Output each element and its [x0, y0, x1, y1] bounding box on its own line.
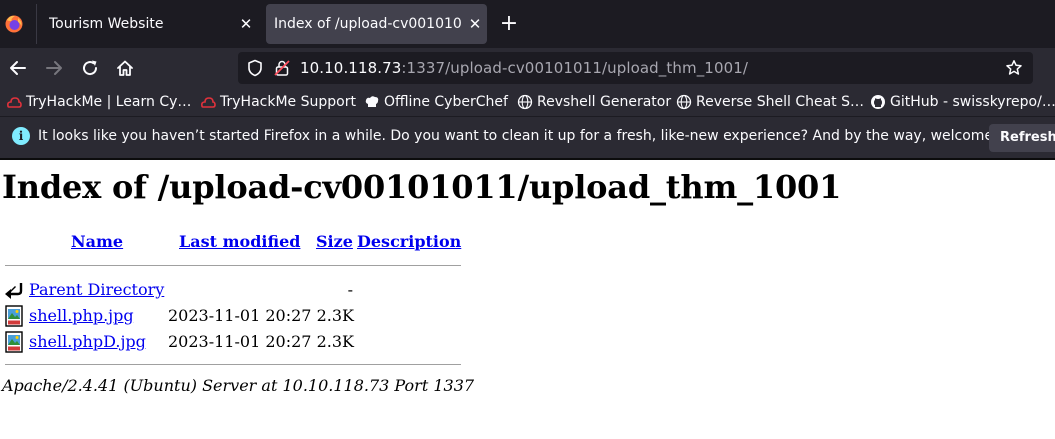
- table-divider-top: [5, 265, 461, 267]
- home-button[interactable]: [112, 55, 138, 81]
- column-header-size[interactable]: Size: [316, 232, 353, 251]
- image-file-icon: [5, 331, 23, 353]
- tryhackme-icon: [201, 97, 216, 108]
- bookmark-star-icon[interactable]: [1005, 59, 1023, 77]
- file-modified: 2023-11-01 20:27: [168, 332, 312, 351]
- column-header-description[interactable]: Description: [357, 232, 461, 251]
- column-header-last-modified[interactable]: Last modified: [179, 232, 300, 251]
- navigation-toolbar: 10.10.118.73:1337/upload-cv00101011/uplo…: [0, 48, 1055, 88]
- bookmark-label: GitHub - swisskyrepo/…: [890, 94, 1055, 110]
- tab-bar: Tourism Website ✕ Index of /upload-cv001…: [0, 0, 1055, 48]
- globe-icon: [517, 94, 533, 110]
- close-tab-icon[interactable]: ✕: [463, 15, 487, 33]
- bookmark-label: TryHackMe Support: [220, 94, 356, 110]
- file-size: 2.3K: [316, 332, 354, 351]
- bookmark-tryhackme-support[interactable]: TryHackMe Support: [200, 92, 356, 112]
- file-link[interactable]: shell.phpD.jpg: [29, 332, 146, 351]
- bookmark-label: Revshell Generator: [537, 94, 672, 110]
- firefox-logo-icon[interactable]: [4, 14, 24, 34]
- table-row-parent: Parent Directory -: [0, 279, 470, 303]
- new-tab-button[interactable]: +: [498, 10, 520, 38]
- tab-label: Tourism Website: [49, 16, 164, 32]
- arrow-right-icon: [46, 61, 62, 75]
- tab-label: Index of /upload-cv00101011: [274, 16, 463, 32]
- server-signature: Apache/2.4.41 (Ubuntu) Server at 10.10.1…: [2, 376, 475, 395]
- page-content: Index of /upload-cv00101011/upload_thm_1…: [0, 160, 1055, 439]
- close-tab-icon[interactable]: ✕: [234, 15, 258, 33]
- home-icon: [117, 60, 133, 76]
- bookmark-reverse-shell-cheat[interactable]: Reverse Shell Cheat S…: [676, 92, 864, 112]
- notification-bar: i It looks like you haven’t started Fire…: [0, 116, 1055, 158]
- table-divider-bottom: [5, 364, 461, 366]
- info-icon: i: [12, 127, 30, 145]
- column-header-name[interactable]: Name: [71, 232, 123, 251]
- bookmark-label: Offline CyberChef: [384, 94, 508, 110]
- insecure-lock-icon[interactable]: [273, 59, 291, 77]
- tab-tourism-website[interactable]: Tourism Website ✕: [36, 4, 262, 44]
- bookmark-offline-cyberchef[interactable]: Offline CyberChef: [364, 92, 508, 112]
- refresh-firefox-button[interactable]: Refresh F: [989, 124, 1055, 152]
- shield-icon[interactable]: [246, 59, 264, 77]
- url-text[interactable]: 10.10.118.73:1337/upload-cv00101011/uplo…: [300, 59, 748, 77]
- back-button[interactable]: [5, 55, 31, 81]
- table-row: shell.phpD.jpg 2023-11-01 20:27 2.3K: [0, 331, 470, 355]
- arrow-left-icon: [10, 61, 26, 75]
- table-row: shell.php.jpg 2023-11-01 20:27 2.3K: [0, 305, 470, 329]
- bookmark-tryhackme-learn[interactable]: TryHackMe | Learn Cy…: [6, 92, 191, 112]
- github-icon: [871, 95, 885, 109]
- file-modified: 2023-11-01 20:27: [168, 306, 312, 325]
- forward-button[interactable]: [41, 55, 67, 81]
- address-bar[interactable]: 10.10.118.73:1337/upload-cv00101011/uplo…: [238, 52, 1033, 84]
- bookmark-label: Reverse Shell Cheat S…: [696, 94, 864, 110]
- reload-icon: [83, 60, 98, 76]
- bookmark-revshell-generator[interactable]: Revshell Generator: [517, 92, 671, 112]
- reload-button[interactable]: [77, 55, 103, 81]
- tryhackme-icon: [7, 97, 22, 108]
- image-file-icon: [5, 305, 23, 327]
- parent-directory-link[interactable]: Parent Directory: [29, 280, 164, 299]
- url-path: :1337/upload-cv00101011/upload_thm_1001/: [401, 59, 749, 77]
- notification-text: It looks like you haven’t started Firefo…: [38, 128, 1037, 144]
- url-host: 10.10.118.73: [300, 59, 402, 77]
- bookmark-github-swisskyrepo[interactable]: GitHub - swisskyrepo/…: [870, 92, 1055, 112]
- back-folder-icon: [5, 283, 23, 299]
- page-title: Index of /upload-cv00101011/upload_thm_1…: [2, 168, 842, 206]
- file-size: 2.3K: [316, 306, 354, 325]
- bookmark-label: TryHackMe | Learn Cy…: [26, 94, 192, 110]
- parent-size: -: [347, 280, 353, 299]
- file-link[interactable]: shell.php.jpg: [29, 306, 134, 325]
- chef-hat-icon: [365, 96, 379, 107]
- globe-icon: [676, 94, 692, 110]
- tab-index-of-upload[interactable]: Index of /upload-cv00101011 ✕: [266, 4, 487, 44]
- bookmarks-toolbar: TryHackMe | Learn Cy… TryHackMe Support …: [0, 88, 1055, 116]
